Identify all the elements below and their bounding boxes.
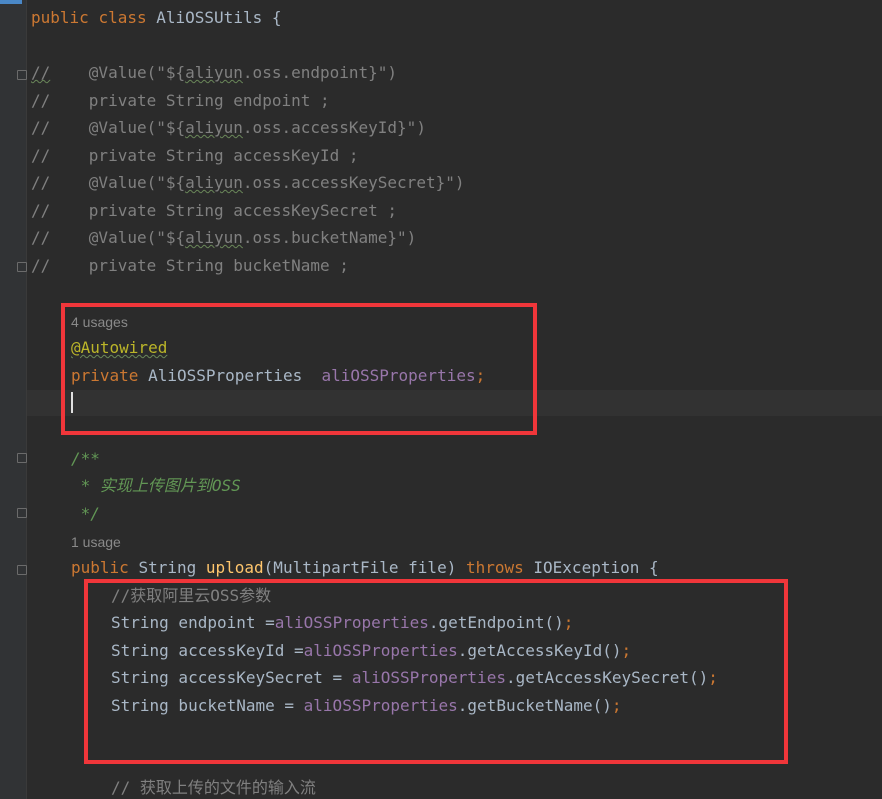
javadoc-line: */	[71, 504, 100, 523]
comment-text: private String accessKeyId ;	[50, 146, 359, 165]
commented-line: // @Value("${aliyun.oss.accessKeyId}")	[31, 117, 426, 139]
comment-slash: //	[31, 118, 51, 137]
code-comment: // 获取上传的文件的输入流	[111, 778, 316, 797]
keyword: public	[31, 8, 89, 27]
active-tab-indicator	[0, 0, 22, 4]
highlight-box-field	[61, 303, 537, 435]
comment-text: private String accessKeySecret ;	[50, 201, 398, 220]
commented-line: // private String bucketName ;	[31, 255, 349, 277]
fold-toggle-icon[interactable]	[17, 508, 27, 518]
javadoc-line: * 实现上传图片到OSS	[71, 476, 241, 495]
method-params: (MultipartFile file)	[263, 558, 466, 577]
comment-slash: //	[31, 173, 51, 192]
comment-slash: //	[31, 228, 51, 247]
commented-line: // @Value("${aliyun.oss.accessKeySecret}…	[31, 172, 464, 194]
comment-text: private String bucketName ;	[50, 256, 349, 275]
comment-text: .oss.accessKeyId}")	[242, 118, 426, 137]
commented-line: // @Value("${aliyun.oss.endpoint}")	[31, 62, 397, 84]
keyword: class	[98, 8, 147, 27]
comment-slash: //	[31, 63, 51, 82]
spell-warning-word: aliyun	[185, 228, 243, 247]
comment-text: .oss.endpoint}")	[242, 63, 398, 82]
comment-text: @Value("${	[50, 118, 186, 137]
type-name: String	[138, 558, 197, 577]
javadoc-line: /**	[71, 449, 100, 468]
editor-gutter	[0, 0, 26, 799]
spell-warning-word: aliyun	[185, 63, 243, 82]
comment-slash: //	[31, 256, 51, 275]
keyword: throws	[465, 558, 524, 577]
comment-text: @Value("${	[50, 228, 186, 247]
fold-toggle-icon[interactable]	[17, 70, 27, 80]
spell-warning-word: aliyun	[185, 173, 243, 192]
fold-toggle-icon[interactable]	[17, 565, 27, 575]
method-name: upload	[205, 558, 264, 577]
comment-slash: //	[31, 201, 51, 220]
method-declaration: public String upload(MultipartFile file)…	[71, 557, 659, 579]
comment-text: private String endpoint ;	[50, 91, 330, 110]
commented-line: // @Value("${aliyun.oss.bucketName}")	[31, 227, 416, 249]
commented-line: // private String accessKeyId ;	[31, 145, 359, 167]
comment-text: @Value("${	[50, 173, 186, 192]
usages-inlay-hint[interactable]: 1 usage	[71, 531, 121, 553]
fold-toggle-icon[interactable]	[17, 453, 27, 463]
class-name: AliOSSUtils	[156, 8, 263, 27]
keyword: public	[71, 558, 129, 577]
commented-line: // private String accessKeySecret ;	[31, 200, 397, 222]
class-declaration: public class AliOSSUtils {	[31, 7, 282, 29]
comment-text: @Value("${	[50, 63, 186, 82]
brace: {	[271, 8, 282, 27]
fold-toggle-icon[interactable]	[17, 262, 27, 272]
commented-line: // private String endpoint ;	[31, 90, 330, 112]
comment-text: .oss.accessKeySecret}")	[242, 173, 465, 192]
exception-type: IOException {	[523, 558, 659, 577]
comment-slash: //	[31, 91, 51, 110]
spell-warning-word: aliyun	[185, 118, 243, 137]
comment-text: .oss.bucketName}")	[242, 228, 417, 247]
comment-slash: //	[31, 146, 51, 165]
highlight-box-method-body	[84, 579, 788, 764]
